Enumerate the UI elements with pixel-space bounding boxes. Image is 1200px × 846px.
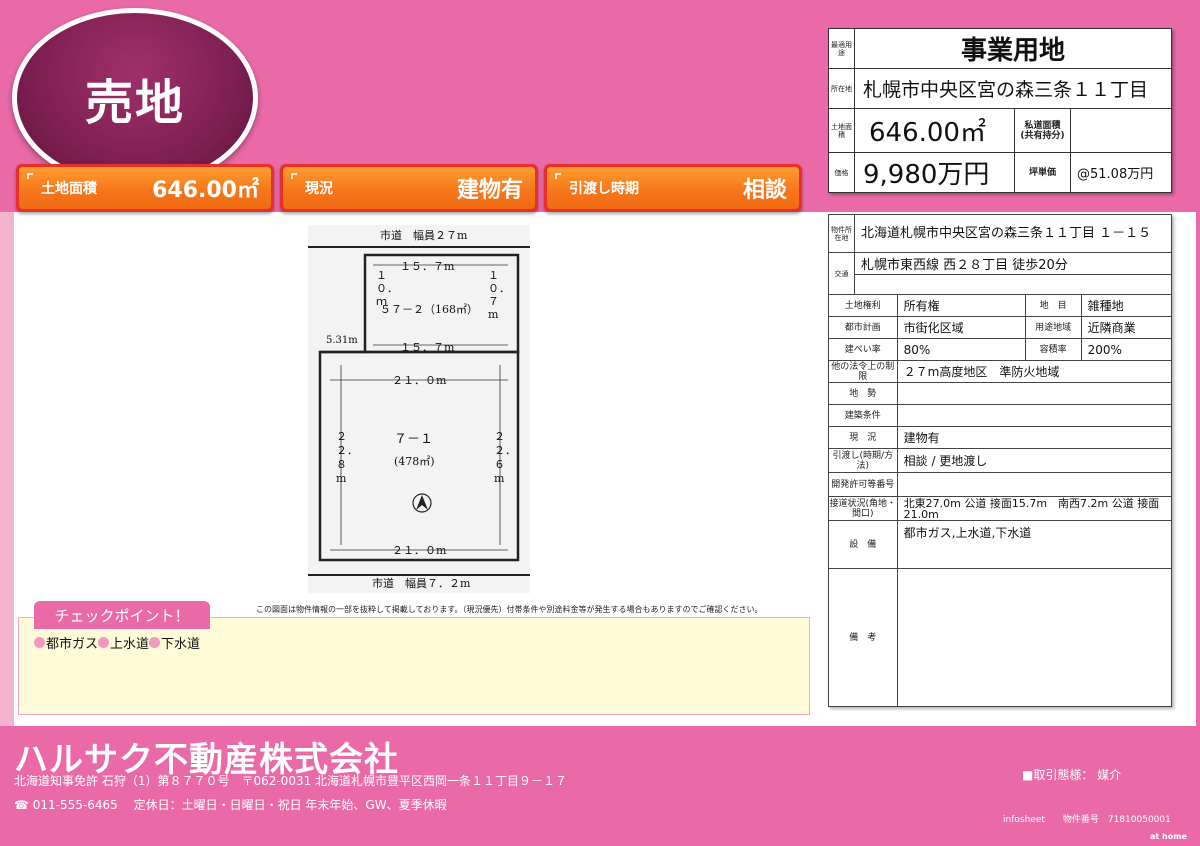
bullet-icon	[149, 637, 161, 648]
city-plan-label: 都市計画	[828, 316, 898, 339]
road-top-label: 市道 幅員２７m	[380, 229, 468, 242]
private-road-label: 私道面積 (共有持分)	[1014, 108, 1071, 153]
transport-value-2	[854, 274, 1172, 295]
right-value: 所有権	[896, 294, 1026, 317]
private-road-value	[1070, 108, 1172, 153]
delivery-label: 引渡し(時期/方法)	[828, 448, 898, 473]
area-value: 646.00㎡	[854, 108, 1015, 153]
facilities-label: 設 備	[828, 520, 898, 569]
price-value: 9,980万円	[854, 152, 1015, 193]
zoning-value: 近隣商業	[1080, 316, 1173, 339]
tel-text: 011-555-6465 定休日：土曜日・日曜日・祝日 年末年始、GW、夏季休暇	[32, 798, 447, 812]
bar-label: 土地面積	[41, 181, 97, 197]
road-bottom-label: 市道 幅員７．２m	[372, 577, 471, 590]
bar-value: 646.00㎡	[152, 178, 259, 203]
bar-label: 現況	[305, 181, 333, 197]
building-cond-value	[896, 404, 1173, 427]
checkpoint-box	[18, 617, 810, 715]
road-label: 接道状況(角地・間口)	[828, 496, 898, 521]
address-label: 物件所在地	[828, 214, 855, 253]
transport-value: 札幌市東西線 西２８丁目 徒歩20分	[854, 252, 1172, 275]
transaction-type: ■取引態様： 媒介	[1022, 768, 1122, 782]
lower-side-right-label: ２２．６m	[494, 430, 516, 485]
mid-width-label: １５．７m	[400, 341, 455, 354]
land-category-value: 雑種地	[1080, 294, 1173, 317]
delivery-value: 相談 / 更地渡し	[896, 448, 1173, 473]
city-plan-value: 市街化区域	[896, 316, 1026, 339]
checkpoint-items: 都市ガス 上水道 下水道	[34, 633, 200, 652]
checkpoint-title: チェックポイント！	[34, 601, 210, 629]
sale-badge-label: 売地	[84, 75, 185, 131]
building-cond-label: 建築条件	[828, 404, 898, 427]
license-address: 北海道知事免許 石狩（1）第８７７０号 〒062-0031 北海道札幌市豊平区西…	[14, 774, 568, 788]
dev-permit-value	[896, 472, 1173, 497]
bar-label: 引渡し時期	[569, 181, 639, 197]
other-law-label: 他の法令上の制限	[828, 360, 898, 383]
purpose-label: 最適用途	[828, 28, 855, 69]
left-offset-label: 5.31m	[326, 335, 358, 346]
lower-area-label: (478㎡)	[394, 455, 435, 468]
tel-line: ☎ 011-555-6465 定休日：土曜日・日曜日・祝日 年末年始、GW、夏季…	[14, 796, 447, 813]
terrain-label: 地 勢	[828, 382, 898, 405]
address-value: 北海道札幌市中央区宮の森三条１１丁目 １－１５	[854, 214, 1172, 253]
dev-permit-label: 開発許可等番号	[828, 472, 898, 497]
area-label: 土地面積	[828, 108, 855, 153]
checkpoint-item: 上水道	[110, 637, 150, 652]
current-label: 現 況	[828, 426, 898, 449]
coverage-value: 80%	[896, 338, 1026, 361]
lower-side-left-label: ２２．８m	[336, 430, 358, 485]
left-band	[0, 212, 14, 726]
facilities-value: 都市ガス,上水道,下水道	[896, 520, 1173, 569]
transport-label: 交通	[828, 252, 855, 295]
lower-lot-label: ７－１	[394, 432, 434, 447]
tsubo-value: @51.08万円	[1070, 152, 1172, 193]
zoning-label: 用途地域	[1024, 316, 1082, 339]
remarks-label: 備 考	[828, 568, 898, 707]
upper-lot-label: ５７－２（168㎡）	[380, 303, 478, 316]
bar-value: 建物有	[456, 178, 523, 203]
bullet-icon	[98, 637, 110, 648]
other-law-value: ２７m高度地区 準防火地域	[896, 360, 1173, 383]
far-label: 容積率	[1024, 338, 1082, 361]
property-number: infosheet 物件番号 71810050001	[1003, 815, 1171, 825]
bar-land-area: 土地面積 646.00㎡	[16, 164, 274, 212]
far-value: 200%	[1080, 338, 1173, 361]
upper-side-left-label: １０．ｍ	[376, 269, 398, 308]
purpose-value: 事業用地	[854, 28, 1172, 69]
location-value: 札幌市中央区宮の森三条１１丁目	[854, 68, 1172, 109]
right-label: 土地権利	[828, 294, 898, 317]
plot-diagram: 市道 幅員２７m １５．７m 5.31m １５．７m ５７－２（168㎡） １０…	[308, 225, 530, 593]
summary-table: 最適用途 事業用地 所在地 札幌市中央区宮の森三条１１丁目 土地面積 646.0…	[828, 28, 1172, 193]
phone-icon: ☎	[14, 798, 29, 812]
bar-current-status: 現況 建物有	[280, 164, 538, 212]
checkpoint-item: 下水道	[161, 637, 201, 652]
road-value: 北東27.0m 公道 接面15.7m 南西7.2m 公道 接面21.0m	[896, 496, 1173, 521]
bar-value: 相談	[742, 178, 787, 203]
current-value: 建物有	[896, 426, 1173, 449]
lower-width-top-label: ２１．０m	[392, 374, 447, 387]
coverage-label: 建ぺい率	[828, 338, 898, 361]
athome-logo: at home	[1150, 832, 1187, 841]
diagram-notice: この図面は物件情報の一部を抜粋して掲載しております。（現況優先）付帯条件や別途料…	[256, 605, 763, 614]
top-width-label: １５．７m	[400, 260, 455, 273]
location-label: 所在地	[828, 68, 855, 109]
remarks-value	[896, 568, 1173, 707]
corner-mark-icon	[555, 173, 561, 179]
land-category-label: 地 目	[1024, 294, 1082, 317]
terrain-value	[896, 382, 1173, 405]
corner-mark-icon	[27, 173, 33, 179]
corner-mark-icon	[291, 173, 297, 179]
checkpoint-item: 都市ガス	[46, 637, 99, 652]
bar-delivery: 引渡し時期 相談	[544, 164, 802, 212]
tsubo-label: 坪単価	[1014, 152, 1071, 193]
detail-table: 物件所在地 北海道札幌市中央区宮の森三条１１丁目 １－１５ 交通 札幌市東西線 …	[828, 214, 1173, 707]
upper-side-right-label: １０．７m	[488, 269, 510, 321]
lower-width-bottom-label: ２１．０m	[392, 544, 447, 557]
bullet-icon	[34, 637, 45, 648]
price-label: 価格	[828, 152, 855, 193]
